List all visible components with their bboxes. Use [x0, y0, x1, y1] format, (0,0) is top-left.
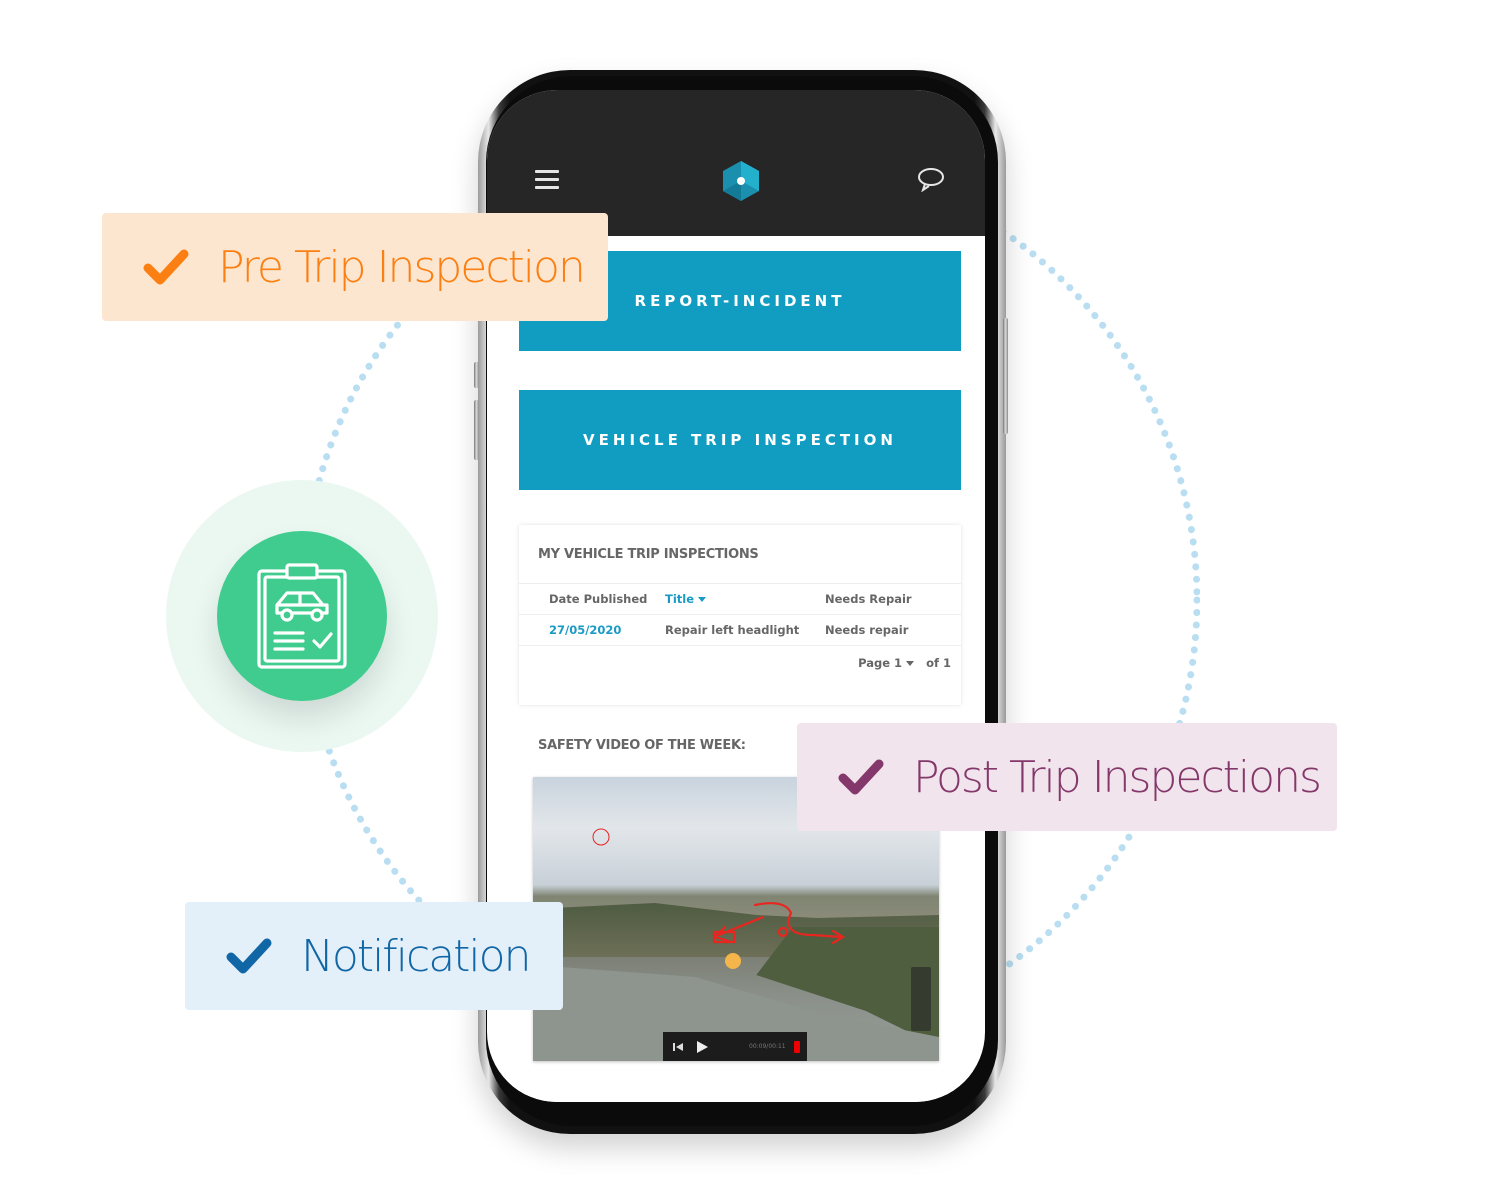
skip-back-icon[interactable]	[671, 1041, 685, 1053]
pre-trip-inspection-label: Pre Trip Inspection	[218, 241, 586, 293]
video-side-controls[interactable]	[911, 967, 931, 1031]
inspections-table: Date Published Title Needs Repair 27/05/…	[519, 583, 961, 646]
row-date-link[interactable]: 27/05/2020	[549, 623, 621, 637]
column-header-needs-repair[interactable]: Needs Repair	[825, 592, 912, 606]
notification-label: Notification	[301, 930, 531, 982]
hamburger-menu-icon[interactable]	[535, 170, 559, 192]
column-header-title[interactable]: Title	[665, 592, 707, 606]
audio-hotspot-icon[interactable]	[725, 953, 741, 969]
phone-side-button	[474, 362, 479, 388]
hexagon-logo-icon[interactable]	[721, 160, 761, 202]
page-select-label: Page 1	[858, 656, 903, 670]
table-row: 27/05/2020 Repair left headlight Needs r…	[519, 614, 961, 646]
video-time: 00:09/00:11	[749, 1043, 786, 1050]
column-header-title-label: Title	[665, 592, 695, 606]
phone-side-button	[1003, 318, 1008, 434]
inspections-card-title: MY VEHICLE TRIP INSPECTIONS	[538, 547, 759, 562]
checkmark-icon	[838, 759, 884, 795]
table-header-row: Date Published Title Needs Repair	[519, 583, 961, 614]
page-total: of 1	[926, 656, 951, 670]
vehicle-trip-inspection-button[interactable]: VEHICLE TRIP INSPECTION	[519, 390, 961, 490]
inspections-card: MY VEHICLE TRIP INSPECTIONS Date Publish…	[519, 525, 961, 705]
pagination: Page 1 of 1	[858, 656, 951, 670]
record-indicator-icon	[793, 1040, 800, 1053]
chat-bubble-icon[interactable]	[917, 166, 945, 192]
play-icon[interactable]	[695, 1040, 709, 1054]
video-control-bar: 00:09/00:11	[663, 1032, 807, 1061]
checkmark-icon	[226, 938, 272, 974]
chevron-down-icon	[906, 661, 915, 666]
post-trip-inspections-callout: Post Trip Inspections	[797, 723, 1337, 831]
post-trip-inspections-label: Post Trip Inspections	[913, 751, 1322, 803]
safety-video-title: SAFETY VIDEO OF THE WEEK:	[538, 738, 746, 753]
checkmark-icon	[143, 249, 189, 285]
row-needs-repair: Needs repair	[825, 623, 909, 637]
row-title: Repair left headlight	[665, 623, 800, 637]
page-select[interactable]: Page 1	[858, 656, 915, 670]
pre-trip-inspection-callout: Pre Trip Inspection	[102, 213, 608, 321]
app-content: REPORT-INCIDENT VEHICLE TRIP INSPECTION …	[509, 236, 973, 1102]
sort-caret-icon	[698, 597, 707, 602]
clipboard-car-checklist-icon	[257, 563, 347, 669]
notification-callout: Notification	[185, 902, 563, 1010]
inspection-badge	[217, 531, 387, 701]
column-header-date[interactable]: Date Published	[549, 592, 647, 606]
phone-side-button	[474, 400, 479, 460]
